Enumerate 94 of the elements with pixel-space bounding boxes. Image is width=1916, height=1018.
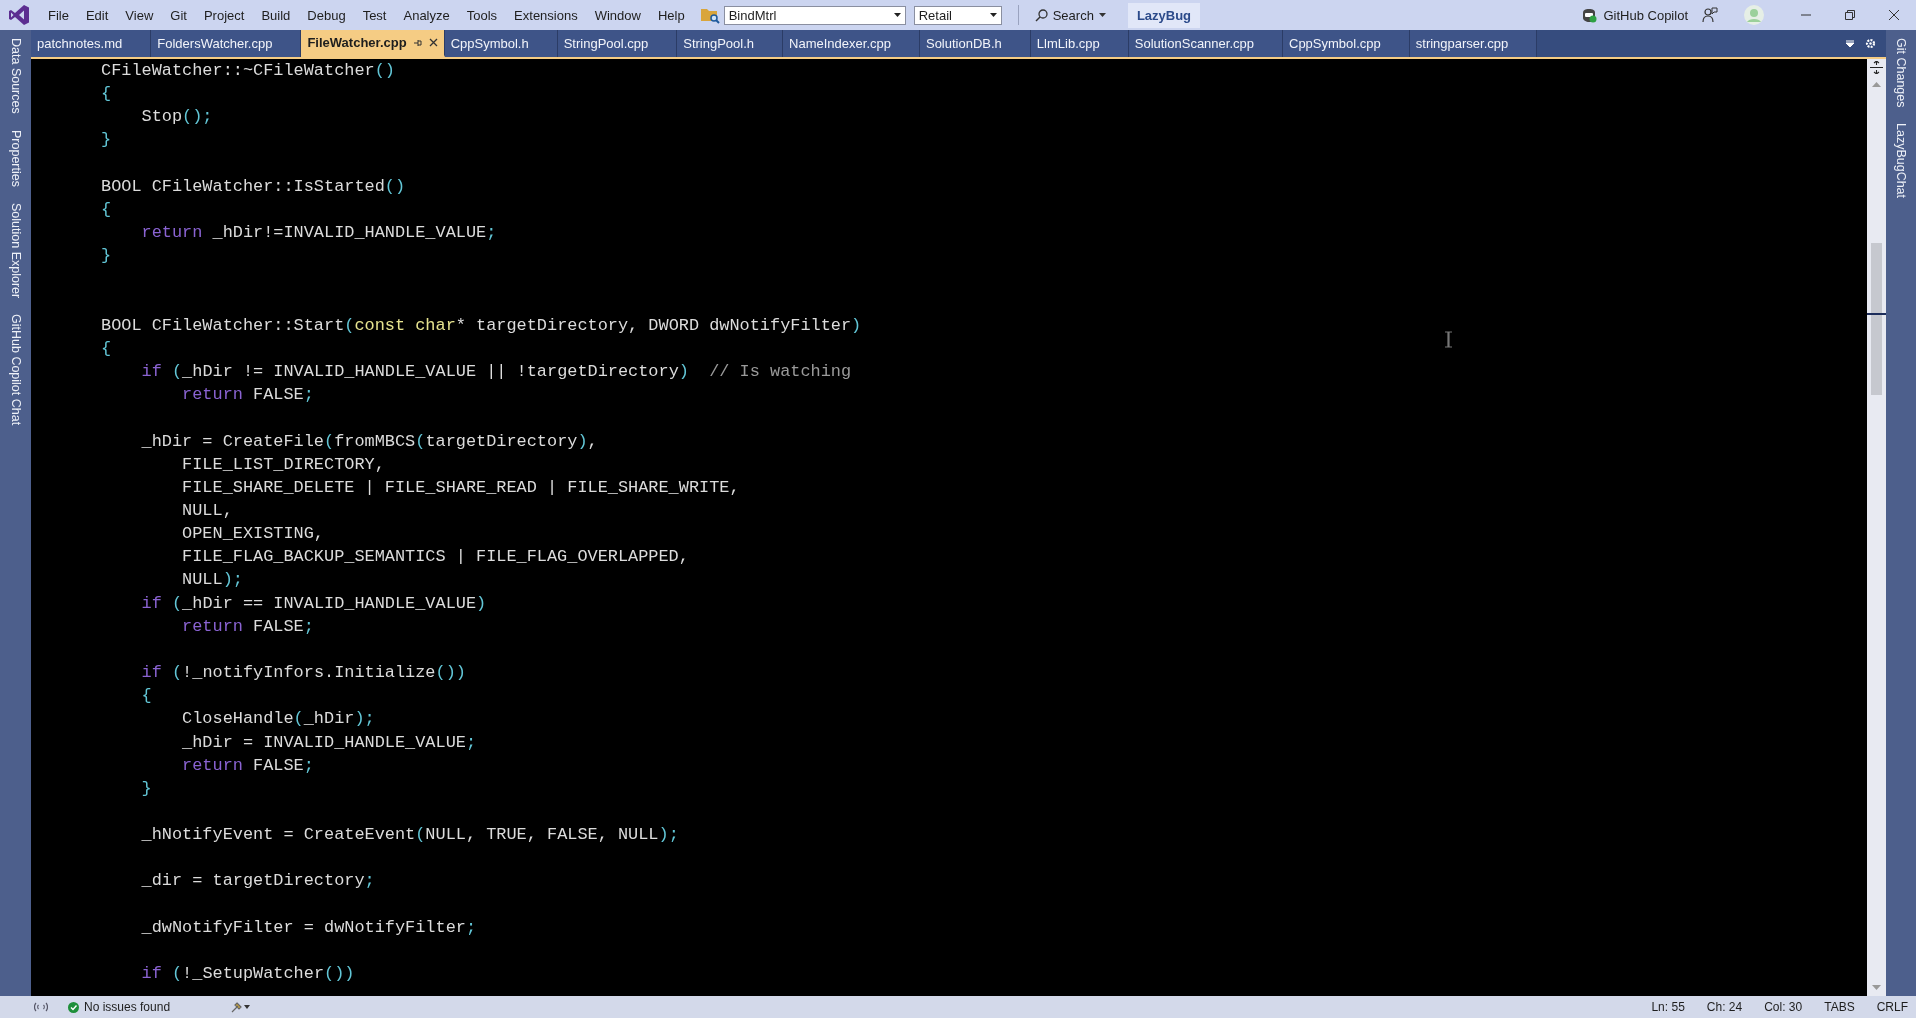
feedback-icon[interactable] xyxy=(1702,7,1718,23)
code-line: _dir = targetDirectory; xyxy=(140,870,375,893)
code-line: BOOL CFileWatcher::Start(const char* targetDirectory, DWORD dwNotifyFilter) xyxy=(101,314,862,337)
menu-item[interactable]: Project xyxy=(195,4,254,26)
app-logo-icon xyxy=(8,4,30,26)
caret-icon xyxy=(893,13,901,17)
code-line: FILE_SHARE_DELETE | FILE_SHARE_READ | FILE_SHARE_WRITE, xyxy=(181,476,740,499)
restore-icon[interactable] xyxy=(1844,9,1856,21)
copilot-button[interactable]: GitHub Copilot xyxy=(1575,4,1694,26)
code-line: NULL, xyxy=(181,499,233,522)
code-line: if (!_notifyInfors.Initialize()) xyxy=(140,662,466,685)
menu-item[interactable]: Debug xyxy=(299,4,355,26)
code-line: CloseHandle(_hDir); xyxy=(181,708,375,731)
file-tab[interactable]: SolutionScanner.cpp xyxy=(1128,30,1283,57)
code-line: FILE_FLAG_BACKUP_SEMANTICS | FILE_FLAG_OVERLAPPED, xyxy=(181,546,689,569)
column-status[interactable]: Col: 30 xyxy=(1764,1000,1803,1014)
menu-item[interactable]: Tools xyxy=(458,4,507,26)
code-line: _dwNotifyFilter = dwNotifyFilter; xyxy=(140,916,477,939)
code-line: if (!_SetupWatcher()) xyxy=(140,963,355,986)
side-panel-tab[interactable]: LazyBugChat xyxy=(1894,121,1908,201)
menu-item[interactable]: View xyxy=(117,4,163,26)
indentation-status[interactable]: TABS xyxy=(1824,1000,1855,1014)
configuration-dropdown[interactable]: Retail xyxy=(913,5,1002,25)
code-line: { xyxy=(101,198,112,221)
code-line: { xyxy=(140,685,152,708)
caret-icon xyxy=(1098,13,1106,17)
close-icon[interactable] xyxy=(1888,9,1900,21)
side-panel-tab[interactable]: GitHub Copilot Chat xyxy=(8,311,23,428)
side-panel-tab[interactable]: Solution Explorer xyxy=(8,200,23,300)
code-line: NULL); xyxy=(181,569,243,592)
side-panel-tab[interactable]: Properties xyxy=(8,127,23,189)
solution-dropdown[interactable]: BindMtrl xyxy=(723,5,906,25)
side-panel-tab[interactable]: Data Sources xyxy=(8,36,23,116)
file-tab[interactable]: CppSymbol.h xyxy=(444,30,558,57)
code-line: BOOL CFileWatcher::IsStarted() xyxy=(101,175,406,198)
file-tab[interactable]: stringparser.cpp xyxy=(1409,30,1538,57)
settings-icon[interactable] xyxy=(1865,38,1876,49)
broadcast-icon[interactable] xyxy=(34,1001,48,1013)
file-tab[interactable]: LlmLib.cpp xyxy=(1030,30,1129,57)
folder-search-icon[interactable] xyxy=(699,6,720,24)
file-tab[interactable]: CppSymbol.cpp xyxy=(1283,30,1410,57)
file-tab[interactable]: FileWatcher.cpp xyxy=(301,30,445,57)
code-line: { xyxy=(101,337,112,360)
caret-icon xyxy=(989,13,997,17)
menu-item[interactable]: File xyxy=(40,4,78,26)
code-line: return _hDir!=INVALID_HANDLE_VALUE; xyxy=(140,222,497,245)
tab-list-dropdown-icon[interactable] xyxy=(1845,38,1855,49)
code-line: return FALSE; xyxy=(181,754,314,777)
code-line: _hNotifyEvent = CreateEvent(NULL, TRUE, FALSE, NULL); xyxy=(140,824,679,847)
menu-item[interactable]: Analyze xyxy=(395,4,459,26)
copilot-icon xyxy=(1581,7,1598,23)
issues-status[interactable]: No issues found xyxy=(68,1000,171,1014)
code-line: } xyxy=(101,245,112,268)
line-ending-status[interactable]: CRLF xyxy=(1876,1000,1908,1014)
menu-item[interactable]: Git xyxy=(162,4,196,26)
code-line: FILE_LIST_DIRECTORY, xyxy=(181,453,385,476)
lazybug-button[interactable]: LazyBug xyxy=(1127,2,1201,28)
search-icon xyxy=(1034,8,1048,22)
code-line: } xyxy=(101,129,112,152)
code-line: { xyxy=(101,83,112,106)
code-line: if (_hDir == INVALID_HANDLE_VALUE) xyxy=(140,592,487,615)
code-line: return FALSE; xyxy=(181,615,314,638)
check-icon xyxy=(68,1001,79,1013)
menu-item[interactable]: Test xyxy=(354,4,396,26)
file-tab[interactable]: patchnotes.md xyxy=(31,30,152,57)
split-editor-icon[interactable] xyxy=(1870,61,1883,74)
menu-item[interactable]: Build xyxy=(253,4,300,26)
text-cursor-icon xyxy=(1444,331,1453,348)
file-tab[interactable]: FoldersWatcher.cpp xyxy=(151,30,302,57)
pin-icon[interactable] xyxy=(412,37,423,48)
code-line: _hDir = CreateFile(fromMBCS(targetDirectory), xyxy=(140,430,598,453)
code-line: if (_hDir != INVALID_HANDLE_VALUE || !targetDirectory) // Is watching xyxy=(140,361,852,384)
code-line: _hDir = INVALID_HANDLE_VALUE; xyxy=(181,731,477,754)
code-line: OPEN_EXISTING, xyxy=(181,523,324,546)
close-icon[interactable] xyxy=(428,38,438,47)
scrollbar-thumb[interactable] xyxy=(1871,243,1882,395)
code-line: CFileWatcher::~CFileWatcher() xyxy=(101,60,395,82)
search-button[interactable]: Search xyxy=(1028,4,1112,26)
code-line: Stop(); xyxy=(140,106,213,129)
menu-item[interactable]: Extensions xyxy=(506,4,587,26)
menu-item[interactable]: Help xyxy=(649,4,694,26)
character-status[interactable]: Ch: 24 xyxy=(1706,1000,1743,1014)
line-number-status[interactable]: Ln: 55 xyxy=(1651,1000,1685,1014)
brush-icon[interactable] xyxy=(230,1001,251,1013)
code-line: return FALSE; xyxy=(181,384,314,407)
side-panel-tab[interactable]: Git Changes xyxy=(1894,36,1908,110)
file-tab[interactable]: SolutionDB.h xyxy=(919,30,1031,57)
vertical-scrollbar[interactable] xyxy=(1867,59,1886,996)
code-line: } xyxy=(140,777,152,800)
file-tab[interactable]: StringPool.h xyxy=(677,30,784,57)
menu-item[interactable]: Edit xyxy=(77,4,118,26)
file-tab[interactable]: NameIndexer.cpp xyxy=(783,30,920,57)
file-tab[interactable]: StringPool.cpp xyxy=(557,30,678,57)
menu-item[interactable]: Window xyxy=(586,4,650,26)
